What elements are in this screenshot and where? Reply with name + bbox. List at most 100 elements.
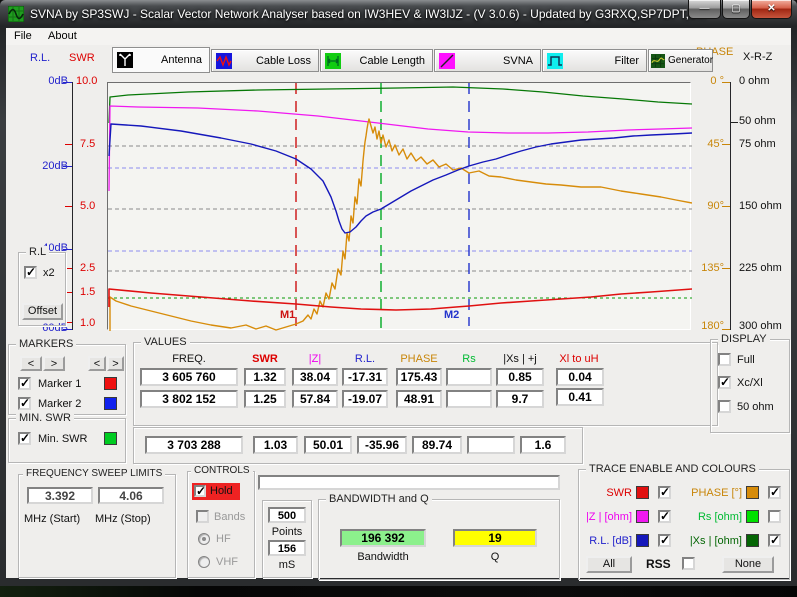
- db-label-20: 20dB: [28, 160, 68, 172]
- swr-label-1: 1.0: [80, 317, 95, 329]
- antenna-icon: [117, 52, 133, 68]
- marker1-prev-button[interactable]: <: [20, 356, 42, 371]
- min-z-field[interactable]: 50.01: [304, 436, 352, 454]
- hf-radio[interactable]: [198, 533, 210, 545]
- m2-rl-field[interactable]: -19.07: [342, 390, 388, 408]
- marker2-prev-button[interactable]: <: [88, 356, 106, 371]
- trace-xs-checkbox[interactable]: [768, 534, 781, 547]
- tab-svna-label: SVNA: [503, 55, 533, 67]
- marker2-checkbox[interactable]: [18, 397, 31, 410]
- display-50ohm-checkbox[interactable]: [718, 400, 731, 413]
- vhf-radio[interactable]: [198, 556, 210, 568]
- bandwidth-field[interactable]: 196 392: [340, 529, 426, 547]
- maximize-button[interactable]: ▢: [722, 0, 750, 19]
- min-swr-field[interactable]: 1.03: [253, 436, 298, 454]
- m1-freq-field[interactable]: 3 605 760: [140, 368, 238, 386]
- xrz-axis-caption: X-R-Z: [743, 51, 772, 63]
- marker1-flag[interactable]: M1: [280, 309, 295, 321]
- deg-label-180: 180°: [688, 320, 724, 332]
- m1-rl-field[interactable]: -17.31: [342, 368, 388, 386]
- hold-label: Hold: [210, 485, 233, 497]
- swr-axis-tick: [65, 206, 72, 207]
- trace-rs-label: Rs [ohm]: [668, 511, 742, 523]
- swr-axis-tick: [65, 292, 72, 293]
- min-rs-field[interactable]: [467, 436, 515, 454]
- values-group-title: VALUES: [141, 336, 190, 348]
- points-field[interactable]: 500: [268, 507, 306, 523]
- m2-freq-field[interactable]: 3 802 152: [140, 390, 238, 408]
- sweep-plot[interactable]: M1 M2: [107, 82, 691, 330]
- marker2-flag[interactable]: M2: [444, 309, 459, 321]
- left-axis-line: [72, 82, 73, 330]
- m2-phase-field[interactable]: 48.91: [396, 390, 442, 408]
- tab-generator-label: Generator: [668, 55, 713, 66]
- min-swr-label: Min. SWR: [38, 433, 88, 445]
- bands-checkbox[interactable]: [196, 510, 209, 523]
- window-title: SVNA by SP3SWJ - Scalar Vector Network A…: [30, 7, 707, 21]
- tab-filter[interactable]: Filter: [542, 49, 647, 72]
- tab-cable-loss[interactable]: Cable Loss: [211, 49, 319, 72]
- min-rl-field[interactable]: -35.96: [357, 436, 407, 454]
- min-swr-checkbox[interactable]: [18, 432, 31, 445]
- min-swr-group-title: MIN. SWR: [16, 412, 74, 424]
- marker2-next-button[interactable]: >: [107, 356, 124, 371]
- m2-swr-field[interactable]: 1.25: [244, 390, 286, 408]
- min-freq-field[interactable]: 3 703 288: [145, 436, 243, 454]
- trace-rs-checkbox[interactable]: [768, 510, 781, 523]
- controls-group-title: CONTROLS: [191, 465, 253, 476]
- display-full-checkbox[interactable]: [718, 353, 731, 366]
- bands-label: Bands: [214, 511, 245, 523]
- menu-about[interactable]: About: [44, 30, 81, 42]
- svna-icon: [439, 53, 455, 69]
- svna-application: SVNA by SP3SWJ - Scalar Vector Network A…: [0, 0, 797, 597]
- min-xs-field[interactable]: 1.6: [520, 436, 566, 454]
- sweep-start-field[interactable]: 3.392: [27, 487, 93, 504]
- menu-file[interactable]: File: [10, 30, 36, 42]
- hold-checkbox[interactable]: [194, 485, 206, 497]
- display-xcxl-label: Xc/Xl: [737, 377, 763, 389]
- ohm-label-75: 75 ohm: [739, 138, 776, 150]
- header-phase: PHASE: [396, 353, 442, 365]
- sweep-stop-field[interactable]: 4.06: [98, 487, 164, 504]
- right-axis-line: [730, 82, 731, 330]
- min-phase-field[interactable]: 89.74: [412, 436, 462, 454]
- none-traces-button[interactable]: None: [722, 556, 774, 573]
- tab-cable-length[interactable]: Cable Length: [320, 49, 433, 72]
- swr-axis-tick: [65, 144, 72, 145]
- tab-antenna[interactable]: Antenna: [112, 47, 210, 73]
- m2-rs-field[interactable]: [446, 390, 492, 408]
- marker1-checkbox[interactable]: [18, 377, 31, 390]
- m2-z-field[interactable]: 57.84: [292, 390, 338, 408]
- rss-checkbox[interactable]: [682, 557, 695, 570]
- display-xcxl-checkbox[interactable]: [718, 376, 731, 389]
- trace-z-label: |Z | [ohm]: [582, 511, 632, 523]
- rl-x2-checkbox[interactable]: [24, 266, 37, 279]
- m1-rs-field[interactable]: [446, 368, 492, 386]
- q-field[interactable]: 19: [453, 529, 537, 547]
- deg-label-0: 0 °: [688, 75, 724, 87]
- m1-phase-field[interactable]: 175.43: [396, 368, 442, 386]
- m2-xl-field[interactable]: 0.41: [556, 388, 604, 406]
- tab-generator[interactable]: Generator: [648, 49, 713, 72]
- offset-button[interactable]: Offset: [22, 303, 63, 320]
- desktop-background: [0, 586, 797, 597]
- display-50ohm-label: 50 ohm: [737, 401, 774, 413]
- sweep-time-field[interactable]: 156: [268, 540, 306, 556]
- m1-xl-field[interactable]: 0.04: [556, 368, 604, 386]
- ms-label: mS: [262, 559, 312, 571]
- marker2-color-swatch: [104, 397, 117, 410]
- minimize-button[interactable]: —: [688, 0, 721, 19]
- marker1-next-button[interactable]: >: [43, 356, 65, 371]
- message-field[interactable]: [258, 475, 560, 490]
- ohm-axis-tick: [731, 122, 738, 123]
- m1-xs-field[interactable]: 0.85: [496, 368, 544, 386]
- m2-xs-field[interactable]: 9.7: [496, 390, 544, 408]
- trace-rs-swatch: [746, 510, 759, 523]
- m1-z-field[interactable]: 38.04: [292, 368, 338, 386]
- trace-rl-label: R.L. [dB]: [582, 535, 632, 547]
- close-button[interactable]: ✕: [751, 0, 792, 19]
- trace-phase-checkbox[interactable]: [768, 486, 781, 499]
- m1-swr-field[interactable]: 1.32: [244, 368, 286, 386]
- all-traces-button[interactable]: All: [586, 556, 632, 573]
- tab-svna[interactable]: SVNA: [434, 49, 541, 72]
